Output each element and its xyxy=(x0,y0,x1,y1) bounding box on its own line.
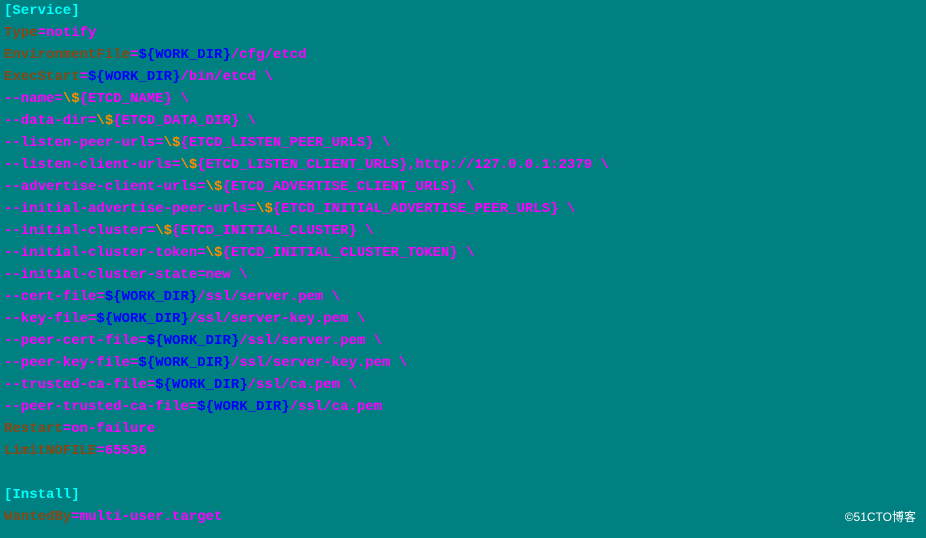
text-segment: /ssl/server.pem \ xyxy=(197,289,340,305)
text-segment: {ETCD_LISTEN_CLIENT_URLS},http://127.0.0… xyxy=(197,157,609,173)
text-segment: =notify xyxy=(38,25,97,41)
text-segment: ${WORK_DIR} xyxy=(96,311,188,327)
systemd-config-content: [Service]Type=notifyEnvironmentFile=${WO… xyxy=(4,0,922,528)
text-segment: ${WORK_DIR} xyxy=(88,69,180,85)
watermark: ©51CTO博客 xyxy=(845,506,916,528)
text-segment: /bin/etcd \ xyxy=(180,69,272,85)
text-segment: WantedBy xyxy=(4,509,71,525)
text-segment: /ssl/server.pem \ xyxy=(239,333,382,349)
text-segment: {ETCD_NAME} \ xyxy=(80,91,189,107)
text-segment: /cfg/etcd xyxy=(231,47,307,63)
text-segment: --key-file= xyxy=(4,311,96,327)
text-segment: =65536 xyxy=(96,443,146,459)
text-segment: [Install] xyxy=(4,487,80,503)
text-segment: --peer-cert-file= xyxy=(4,333,147,349)
text-segment: \$ xyxy=(155,223,172,239)
config-line: --advertise-client-urls=\${ETCD_ADVERTIS… xyxy=(4,176,922,198)
text-segment: = xyxy=(80,69,88,85)
config-line: WantedBy=multi-user.target xyxy=(4,506,922,528)
config-line: --peer-trusted-ca-file=${WORK_DIR}/ssl/c… xyxy=(4,396,922,418)
config-line: [Install] xyxy=(4,484,922,506)
text-segment xyxy=(4,465,12,481)
text-segment: --initial-cluster= xyxy=(4,223,155,239)
text-segment: ${WORK_DIR} xyxy=(105,289,197,305)
config-line: --initial-cluster=\${ETCD_INITIAL_CLUSTE… xyxy=(4,220,922,242)
text-segment: \$ xyxy=(164,135,181,151)
text-segment: \$ xyxy=(96,113,113,129)
config-line: LimitNOFILE=65536 xyxy=(4,440,922,462)
text-segment: ${WORK_DIR} xyxy=(138,47,230,63)
text-segment: Type xyxy=(4,25,38,41)
text-segment: {ETCD_LISTEN_PEER_URLS} \ xyxy=(180,135,390,151)
config-line: --listen-peer-urls=\${ETCD_LISTEN_PEER_U… xyxy=(4,132,922,154)
config-line: --listen-client-urls=\${ETCD_LISTEN_CLIE… xyxy=(4,154,922,176)
text-segment: --trusted-ca-file= xyxy=(4,377,155,393)
text-segment: EnvironmentFile xyxy=(4,47,130,63)
text-segment: \$ xyxy=(206,245,223,261)
config-line xyxy=(4,462,922,484)
text-segment: /ssl/server-key.pem \ xyxy=(231,355,407,371)
text-segment: --listen-client-urls= xyxy=(4,157,180,173)
text-segment: /ssl/server-key.pem \ xyxy=(189,311,365,327)
config-line: --peer-key-file=${WORK_DIR}/ssl/server-k… xyxy=(4,352,922,374)
config-line: ExecStart=${WORK_DIR}/bin/etcd \ xyxy=(4,66,922,88)
text-segment: --listen-peer-urls= xyxy=(4,135,164,151)
text-segment: ${WORK_DIR} xyxy=(147,333,239,349)
text-segment: [Service] xyxy=(4,3,80,19)
text-segment: --initial-cluster-token= xyxy=(4,245,206,261)
config-line: --initial-advertise-peer-urls=\${ETCD_IN… xyxy=(4,198,922,220)
text-segment: {ETCD_INITIAL_ADVERTISE_PEER_URLS} \ xyxy=(273,201,575,217)
config-line: Restart=on-failure xyxy=(4,418,922,440)
config-line: --peer-cert-file=${WORK_DIR}/ssl/server.… xyxy=(4,330,922,352)
text-segment: \$ xyxy=(63,91,80,107)
text-segment: --peer-trusted-ca-file= xyxy=(4,399,197,415)
config-line: [Service] xyxy=(4,0,922,22)
text-segment: --cert-file= xyxy=(4,289,105,305)
text-segment: --advertise-client-urls= xyxy=(4,179,206,195)
config-line: --initial-cluster-state=new \ xyxy=(4,264,922,286)
text-segment: \$ xyxy=(256,201,273,217)
text-segment: {ETCD_INITIAL_CLUSTER_TOKEN} \ xyxy=(222,245,474,261)
config-line: --name=\${ETCD_NAME} \ xyxy=(4,88,922,110)
config-line: Type=notify xyxy=(4,22,922,44)
text-segment: --data-dir= xyxy=(4,113,96,129)
text-segment: \$ xyxy=(206,179,223,195)
config-line: EnvironmentFile=${WORK_DIR}/cfg/etcd xyxy=(4,44,922,66)
text-segment: LimitNOFILE xyxy=(4,443,96,459)
text-segment: =multi-user.target xyxy=(71,509,222,525)
text-segment: {ETCD_DATA_DIR} \ xyxy=(113,113,256,129)
text-segment: ${WORK_DIR} xyxy=(197,399,289,415)
text-segment: \$ xyxy=(180,157,197,173)
config-line: --data-dir=\${ETCD_DATA_DIR} \ xyxy=(4,110,922,132)
text-segment: Restart xyxy=(4,421,63,437)
config-line: --cert-file=${WORK_DIR}/ssl/server.pem \ xyxy=(4,286,922,308)
text-segment: ${WORK_DIR} xyxy=(138,355,230,371)
text-segment: ${WORK_DIR} xyxy=(155,377,247,393)
text-segment: --peer-key-file= xyxy=(4,355,138,371)
text-segment: {ETCD_INITIAL_CLUSTER} \ xyxy=(172,223,374,239)
config-line: --key-file=${WORK_DIR}/ssl/server-key.pe… xyxy=(4,308,922,330)
text-segment: --initial-advertise-peer-urls= xyxy=(4,201,256,217)
text-segment: --name= xyxy=(4,91,63,107)
text-segment: /ssl/ca.pem xyxy=(290,399,382,415)
text-segment: --initial-cluster-state=new \ xyxy=(4,267,248,283)
text-segment: ExecStart xyxy=(4,69,80,85)
text-segment: {ETCD_ADVERTISE_CLIENT_URLS} \ xyxy=(222,179,474,195)
config-line: --initial-cluster-token=\${ETCD_INITIAL_… xyxy=(4,242,922,264)
text-segment: /ssl/ca.pem \ xyxy=(248,377,357,393)
text-segment: =on-failure xyxy=(63,421,155,437)
config-line: --trusted-ca-file=${WORK_DIR}/ssl/ca.pem… xyxy=(4,374,922,396)
